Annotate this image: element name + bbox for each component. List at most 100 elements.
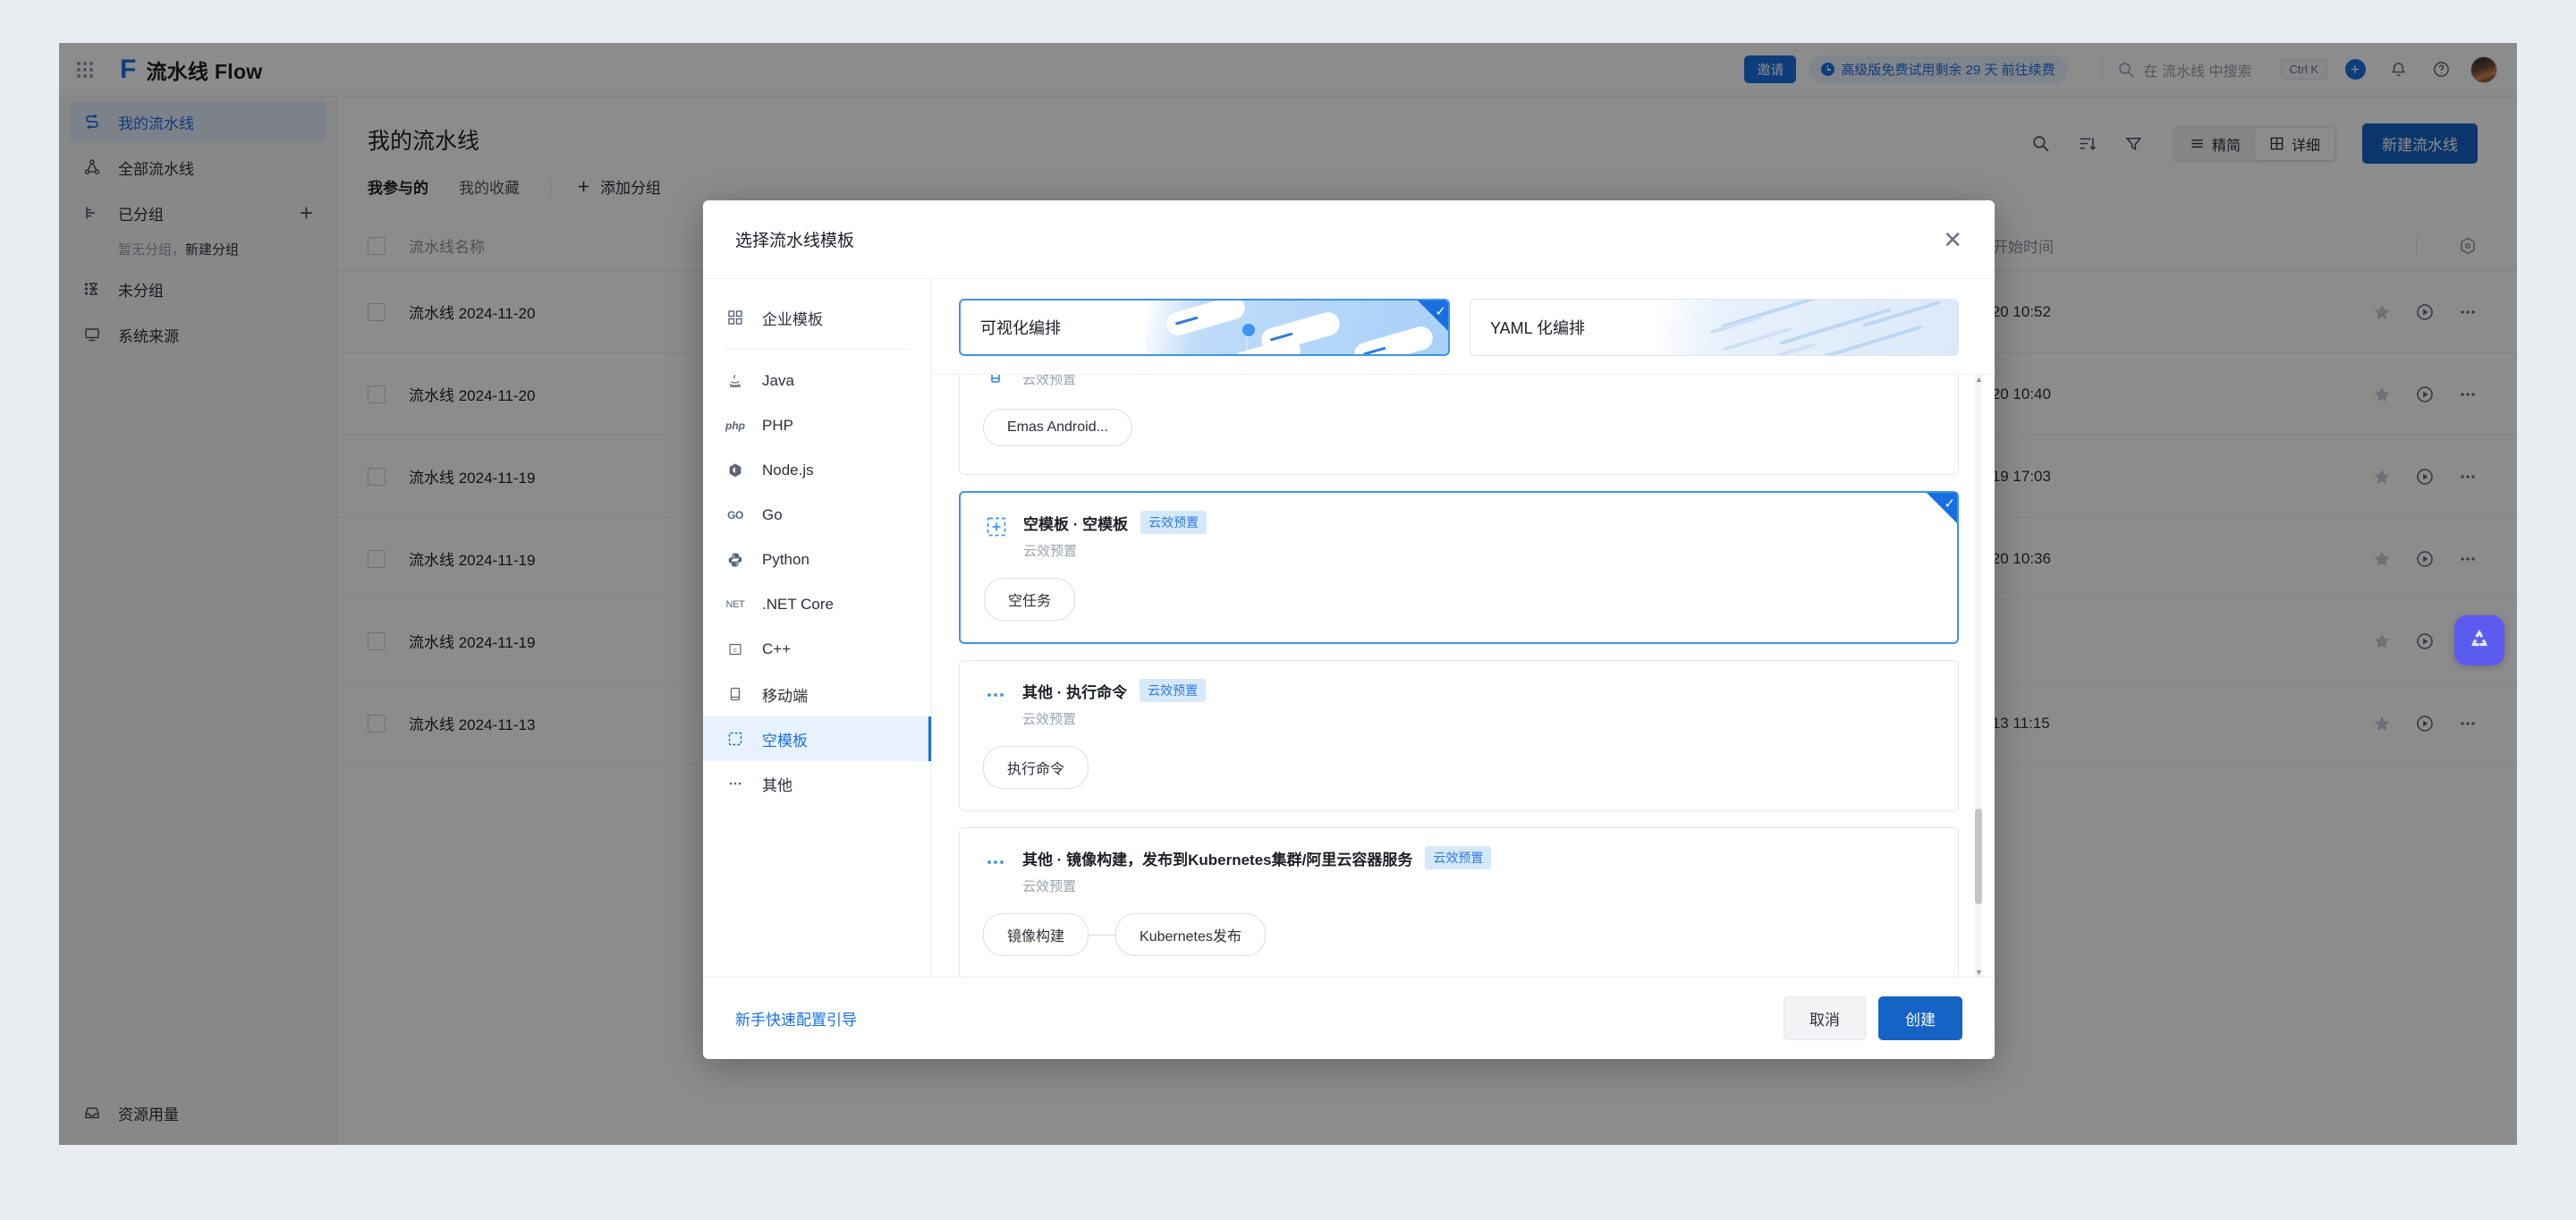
template-title: 空模板 · 空模板 云效预置 bbox=[1023, 511, 1934, 534]
scrollbar-thumb[interactable] bbox=[1975, 808, 1982, 905]
svg-text:c: c bbox=[733, 648, 737, 654]
template-steps: 执行命令 bbox=[983, 746, 1935, 789]
nav-item-label: PHP bbox=[762, 417, 793, 434]
template-title: 其他 · 镜像构建，发布到Kubernetes集群/阿里云容器服务 云效预置 bbox=[1022, 846, 1935, 869]
java-icon bbox=[724, 373, 746, 389]
template-card-selected[interactable]: 空模板 · 空模板 云效预置 云效预置 空任务 bbox=[959, 491, 1959, 644]
dotnet-icon: NET bbox=[725, 599, 745, 610]
template-list-inner: 云效预置Emas Android...空模板 · 空模板云效预置云效预置空任务其… bbox=[959, 375, 1959, 977]
cpp-icon: c bbox=[724, 641, 746, 657]
nav-item-label: Go bbox=[762, 506, 783, 523]
nav-item-label: Python bbox=[762, 551, 809, 568]
application-window: F 流水线 Flow 邀请 高级版免费试用剩余 29 天 前往续费 在 流水线 … bbox=[59, 43, 2517, 1145]
ellipsis-icon bbox=[983, 850, 1008, 875]
nav-item-label: 空模板 bbox=[762, 732, 808, 750]
mode-card-visual[interactable]: 可视化编排 bbox=[959, 299, 1450, 356]
select-template-dialog: 选择流水线模板 ✕ 企业模板 Java php PHP Node.js GO G… bbox=[703, 200, 1995, 1059]
ellipsis-icon bbox=[983, 682, 1008, 707]
assistant-widget-button[interactable] bbox=[2454, 615, 2504, 665]
nav-item-dotnet-core[interactable]: NET .NET Core bbox=[703, 582, 931, 627]
dialog-header: 选择流水线模板 ✕ bbox=[703, 200, 1995, 279]
template-list[interactable]: 云效预置Emas Android...空模板 · 空模板云效预置云效预置空任务其… bbox=[932, 375, 1995, 977]
nav-item-cpp[interactable]: c C++ bbox=[703, 627, 931, 672]
ellipsis-icon bbox=[724, 775, 746, 792]
nav-item-label: Node.js bbox=[762, 462, 814, 479]
template-subtitle: 云效预置 bbox=[1022, 712, 1077, 727]
mobile-template-icon bbox=[983, 375, 1008, 391]
template-list-scrollbar[interactable]: ▲ ▼ bbox=[1975, 375, 1983, 977]
nav-item-label: C++ bbox=[762, 640, 792, 657]
nodejs-icon bbox=[724, 462, 746, 479]
mobile-icon bbox=[724, 686, 746, 702]
template-preset-tag: 云效预置 bbox=[1140, 679, 1207, 702]
nav-item-go[interactable]: GO Go bbox=[703, 493, 931, 538]
php-icon: php bbox=[725, 419, 745, 432]
scroll-down-arrow-icon[interactable]: ▼ bbox=[1975, 968, 1983, 977]
yaml-orchestration-art-icon bbox=[1656, 300, 1958, 355]
template-subtitle: 云效预置 bbox=[1023, 544, 1078, 559]
selected-check-icon bbox=[1927, 493, 1957, 523]
blank-template-icon bbox=[984, 514, 1009, 539]
template-panel: 可视化编排 YAML 化编排 bbox=[932, 279, 1995, 977]
template-step[interactable]: 执行命令 bbox=[983, 746, 1089, 789]
divider bbox=[724, 349, 910, 350]
template-steps: 空任务 bbox=[984, 578, 1934, 621]
template-header: 其他 · 镜像构建，发布到Kubernetes集群/阿里云容器服务 云效预置 云效预… bbox=[983, 846, 1935, 895]
template-title-text: 空模板 · 空模板 bbox=[1023, 515, 1129, 533]
cancel-button[interactable]: 取消 bbox=[1784, 996, 1866, 1040]
template-category-nav: 企业模板 Java php PHP Node.js GO Go Python N… bbox=[703, 279, 932, 977]
template-subtitle: 云效预置 bbox=[1022, 375, 1077, 387]
beginner-guide-link[interactable]: 新手快速配置引导 bbox=[735, 1007, 857, 1029]
nav-item-label: 企业模板 bbox=[762, 310, 823, 328]
nav-item-other[interactable]: 其他 bbox=[703, 761, 931, 806]
nav-item-python[interactable]: Python bbox=[703, 538, 931, 582]
dialog-footer: 新手快速配置引导 取消 创建 bbox=[703, 977, 1995, 1059]
nav-item-nodejs[interactable]: Node.js bbox=[703, 448, 931, 493]
template-steps: 镜像构建 Kubernetes发布 bbox=[983, 913, 1935, 956]
mode-card-yaml[interactable]: YAML 化编排 bbox=[1470, 299, 1959, 356]
blank-template-icon bbox=[724, 731, 746, 747]
nav-item-label: 移动端 bbox=[762, 687, 808, 705]
template-subtitle: 云效预置 bbox=[1022, 879, 1077, 894]
nav-item-label: Java bbox=[762, 372, 794, 389]
template-step[interactable]: Kubernetes发布 bbox=[1115, 913, 1266, 956]
nav-item-php[interactable]: php PHP bbox=[703, 403, 931, 448]
recycle-assistant-icon bbox=[2465, 626, 2494, 655]
template-title: 其他 · 执行命令 云效预置 bbox=[1022, 679, 1935, 702]
template-preset-tag: 云效预置 bbox=[1425, 846, 1492, 869]
template-card[interactable]: 其他 · 执行命令 云效预置 云效预置 执行命令 bbox=[959, 660, 1959, 811]
orchestration-mode-row: 可视化编排 YAML 化编排 bbox=[932, 279, 1995, 375]
footer-buttons: 取消 创建 bbox=[1784, 996, 1962, 1040]
template-header: 空模板 · 空模板 云效预置 云效预置 bbox=[984, 511, 1934, 560]
template-preset-tag: 云效预置 bbox=[1140, 511, 1208, 534]
python-icon bbox=[724, 552, 746, 568]
selected-check-icon bbox=[1418, 301, 1448, 331]
visual-orchestration-art-icon bbox=[1146, 301, 1448, 354]
nav-item-java[interactable]: Java bbox=[703, 359, 931, 403]
nav-item-label: .NET Core bbox=[762, 596, 834, 613]
template-card[interactable]: 云效预置 Emas Android... bbox=[959, 375, 1959, 475]
enterprise-icon bbox=[724, 309, 746, 326]
template-header: 其他 · 执行命令 云效预置 云效预置 bbox=[983, 679, 1935, 728]
template-card[interactable]: 其他 · 镜像构建，发布到Kubernetes集群/阿里云容器服务 云效预置 云效预… bbox=[959, 827, 1959, 977]
close-icon[interactable]: ✕ bbox=[1943, 228, 1962, 251]
template-step[interactable]: 空任务 bbox=[984, 578, 1076, 621]
mode-card-label: 可视化编排 bbox=[980, 319, 1061, 337]
create-button[interactable]: 创建 bbox=[1878, 996, 1962, 1040]
dialog-title: 选择流水线模板 bbox=[735, 232, 855, 250]
step-connector bbox=[1089, 934, 1116, 936]
scroll-up-arrow-icon[interactable]: ▲ bbox=[1975, 375, 1983, 384]
dialog-body: 企业模板 Java php PHP Node.js GO Go Python N… bbox=[703, 279, 1995, 977]
template-steps: Emas Android... bbox=[983, 409, 1935, 446]
template-title-text: 其他 · 镜像构建，发布到Kubernetes集群/阿里云容器服务 bbox=[1022, 851, 1413, 868]
nav-item-mobile[interactable]: 移动端 bbox=[703, 672, 931, 716]
go-icon: GO bbox=[727, 509, 743, 521]
nav-item-label: 其他 bbox=[762, 776, 792, 794]
template-step[interactable]: 镜像构建 bbox=[983, 913, 1089, 956]
template-header: 云效预置 bbox=[983, 375, 1935, 391]
nav-item-enterprise[interactable]: 企业模板 bbox=[703, 295, 931, 340]
template-title-text: 其他 · 执行命令 bbox=[1022, 683, 1128, 701]
nav-item-blank-template[interactable]: 空模板 bbox=[703, 716, 931, 761]
template-step[interactable]: Emas Android... bbox=[983, 409, 1132, 446]
mode-card-label: YAML 化编排 bbox=[1490, 319, 1586, 337]
